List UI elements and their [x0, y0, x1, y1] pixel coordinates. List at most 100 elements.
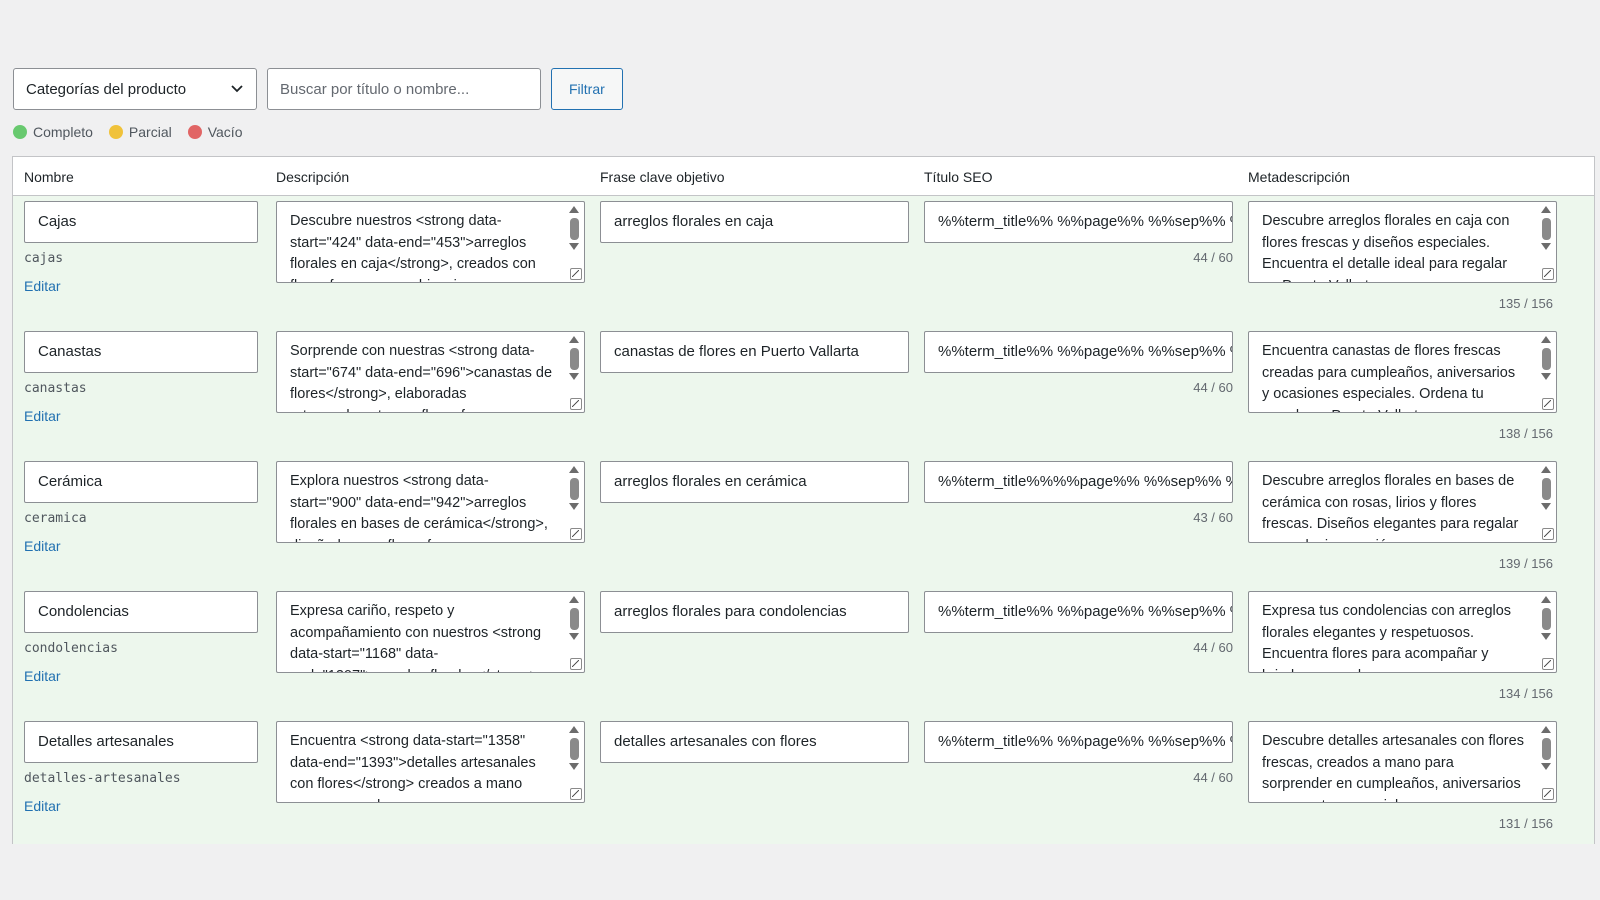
- search-input[interactable]: [267, 68, 541, 110]
- column-header-description: Descripción: [276, 169, 350, 185]
- meta-counter: 138 / 156: [1498, 426, 1553, 441]
- meta-text: Descubre arreglos florales en bases de c…: [1262, 473, 1519, 542]
- edit-link[interactable]: Editar: [24, 278, 61, 294]
- scroll-down-icon[interactable]: [1541, 373, 1551, 380]
- resize-handle-icon[interactable]: [570, 788, 582, 800]
- scroll-down-icon[interactable]: [1541, 503, 1551, 510]
- scrollbar[interactable]: [567, 596, 581, 654]
- scroll-up-icon[interactable]: [1541, 206, 1551, 213]
- name-field[interactable]: Cerámica: [24, 461, 258, 503]
- resize-handle-icon[interactable]: [1542, 268, 1554, 280]
- keyword-field[interactable]: arreglos florales en cerámica: [600, 461, 909, 503]
- scrollbar[interactable]: [567, 466, 581, 524]
- scrollbar[interactable]: [1539, 336, 1553, 394]
- legend-label: Vacío: [207, 124, 243, 140]
- meta-counter: 139 / 156: [1498, 556, 1553, 571]
- resize-handle-icon[interactable]: [570, 398, 582, 410]
- seo-title-field[interactable]: %%term_title%% %%page%% %%sep%% %%sitena…: [924, 591, 1233, 633]
- scroll-down-icon[interactable]: [1541, 243, 1551, 250]
- resize-handle-icon[interactable]: [570, 268, 582, 280]
- seo-title-counter: 44 / 60: [1193, 250, 1233, 265]
- legend-label: Parcial: [128, 124, 172, 140]
- resize-handle-icon[interactable]: [1542, 658, 1554, 670]
- scrollbar[interactable]: [567, 726, 581, 784]
- table-row: Canastas canastas Editar Sorprende con n…: [13, 331, 1594, 461]
- meta-textarea[interactable]: Descubre detalles artesanales con flores…: [1248, 721, 1557, 803]
- scroll-down-icon[interactable]: [1541, 763, 1551, 770]
- scroll-down-icon[interactable]: [569, 633, 579, 640]
- keyword-field[interactable]: arreglos florales para condolencias: [600, 591, 909, 633]
- edit-link[interactable]: Editar: [24, 798, 61, 814]
- scroll-down-icon[interactable]: [569, 243, 579, 250]
- meta-text: Descubre detalles artesanales con flores…: [1262, 733, 1524, 802]
- legend-complete: Completo: [13, 124, 93, 140]
- table-row: Condolencias condolencias Editar Expresa…: [13, 591, 1594, 721]
- description-textarea[interactable]: Explora nuestros <strong data-start="900…: [276, 461, 585, 543]
- scroll-up-icon[interactable]: [1541, 336, 1551, 343]
- meta-textarea[interactable]: Encuentra canastas de flores frescas cre…: [1248, 331, 1557, 413]
- scroll-up-icon[interactable]: [1541, 726, 1551, 733]
- category-select-value: Categorías del producto: [26, 80, 187, 98]
- description-textarea[interactable]: Sorprende con nuestras <strong data-star…: [276, 331, 585, 413]
- meta-counter: 131 / 156: [1498, 816, 1553, 831]
- description-textarea[interactable]: Descubre nuestros <strong data-start="42…: [276, 201, 585, 283]
- edit-link[interactable]: Editar: [24, 538, 61, 554]
- description-textarea[interactable]: Encuentra <strong data-start="1358" data…: [276, 721, 585, 803]
- scroll-down-icon[interactable]: [569, 763, 579, 770]
- resize-handle-icon[interactable]: [570, 658, 582, 670]
- scroll-up-icon[interactable]: [569, 726, 579, 733]
- seo-title-field[interactable]: %%term_title%% %%page%% %%sep%% %%sitena…: [924, 201, 1233, 243]
- seo-title-field[interactable]: %%term_title%% %%page%% %%sep%% %%sitena…: [924, 331, 1233, 373]
- legend-partial: Parcial: [108, 124, 172, 140]
- resize-handle-icon[interactable]: [1542, 528, 1554, 540]
- scrollbar[interactable]: [1539, 206, 1553, 264]
- categories-seo-table: Nombre Descripción Frase clave objetivo …: [12, 156, 1595, 844]
- scroll-up-icon[interactable]: [1541, 596, 1551, 603]
- table-row: Detalles artesanales detalles-artesanale…: [13, 721, 1594, 851]
- scrollbar[interactable]: [567, 336, 581, 394]
- resize-handle-icon[interactable]: [570, 528, 582, 540]
- name-field[interactable]: Canastas: [24, 331, 258, 373]
- edit-link[interactable]: Editar: [24, 668, 61, 684]
- description-text: Sorprende con nuestras <strong data-star…: [290, 343, 553, 412]
- slug-text: cajas: [24, 251, 64, 266]
- scroll-down-icon[interactable]: [569, 373, 579, 380]
- meta-textarea[interactable]: Descubre arreglos florales en caja con f…: [1248, 201, 1557, 283]
- scrollbar[interactable]: [1539, 466, 1553, 524]
- keyword-field[interactable]: canastas de flores en Puerto Vallarta: [600, 331, 909, 373]
- column-header-seo-title: Título SEO: [924, 169, 993, 185]
- filter-toolbar: Categorías del producto Filtrar: [13, 68, 623, 110]
- category-select[interactable]: Categorías del producto: [13, 68, 257, 110]
- chevron-down-icon: [231, 85, 243, 93]
- scrollbar[interactable]: [1539, 596, 1553, 654]
- name-field[interactable]: Cajas: [24, 201, 258, 243]
- filter-button[interactable]: Filtrar: [551, 68, 623, 110]
- scroll-down-icon[interactable]: [569, 503, 579, 510]
- scroll-up-icon[interactable]: [569, 466, 579, 473]
- name-field[interactable]: Detalles artesanales: [24, 721, 258, 763]
- scroll-down-icon[interactable]: [1541, 633, 1551, 640]
- green-dot-icon: [13, 125, 27, 139]
- resize-handle-icon[interactable]: [1542, 398, 1554, 410]
- scroll-up-icon[interactable]: [1541, 466, 1551, 473]
- meta-textarea[interactable]: Expresa tus condolencias con arreglos fl…: [1248, 591, 1557, 673]
- edit-link[interactable]: Editar: [24, 408, 61, 424]
- keyword-field[interactable]: arreglos florales en caja: [600, 201, 909, 243]
- scroll-up-icon[interactable]: [569, 336, 579, 343]
- scroll-up-icon[interactable]: [569, 596, 579, 603]
- resize-handle-icon[interactable]: [1542, 788, 1554, 800]
- red-dot-icon: [187, 125, 202, 139]
- description-text: Expresa cariño, respeto y acompañamiento…: [290, 603, 542, 672]
- keyword-field[interactable]: detalles artesanales con flores: [600, 721, 909, 763]
- seo-title-field[interactable]: %%term_title%%%%page%% %%sep%% %%sitenam…: [924, 461, 1233, 503]
- name-field[interactable]: Condolencias: [24, 591, 258, 633]
- scrollbar[interactable]: [1539, 726, 1553, 784]
- meta-counter: 134 / 156: [1498, 686, 1553, 701]
- seo-title-counter: 44 / 60: [1193, 380, 1233, 395]
- meta-textarea[interactable]: Descubre arreglos florales en bases de c…: [1248, 461, 1557, 543]
- scroll-up-icon[interactable]: [569, 206, 579, 213]
- seo-title-field[interactable]: %%term_title%% %%page%% %%sep%% %%sitena…: [924, 721, 1233, 763]
- description-textarea[interactable]: Expresa cariño, respeto y acompañamiento…: [276, 591, 585, 673]
- scrollbar[interactable]: [567, 206, 581, 264]
- column-header-name: Nombre: [24, 169, 74, 185]
